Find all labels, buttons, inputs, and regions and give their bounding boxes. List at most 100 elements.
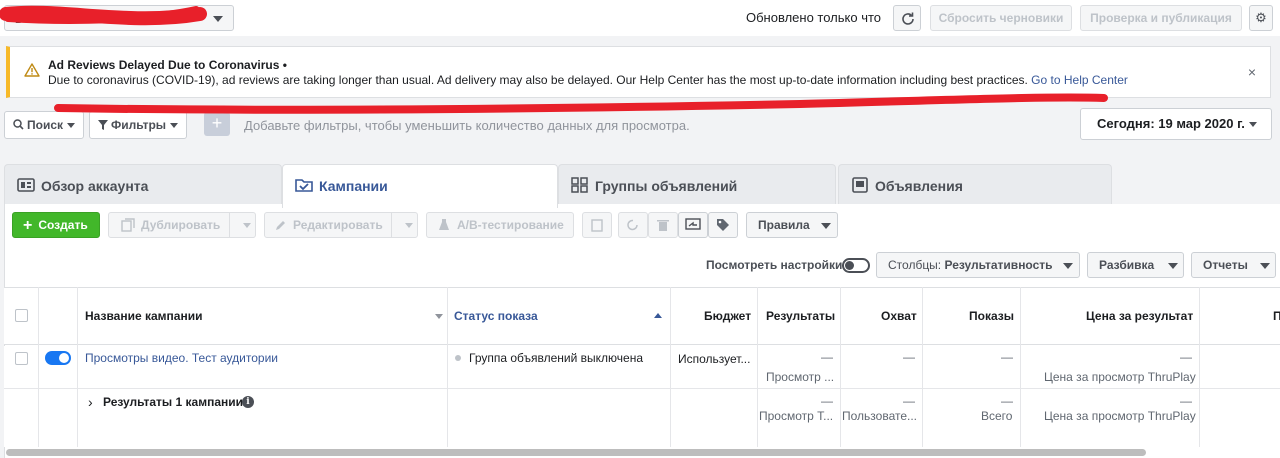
header-budget[interactable]: Бюджет: [704, 309, 751, 323]
tag-button[interactable]: [708, 212, 738, 238]
date-range-button[interactable]: Сегодня: 19 мар 2020 г.: [1080, 108, 1272, 140]
view-settings-toggle[interactable]: [842, 258, 870, 273]
select-all-checkbox[interactable]: [15, 309, 28, 322]
ab-test-button[interactable]: A/B-тестирование: [426, 212, 574, 238]
restore-button[interactable]: [618, 212, 648, 238]
edit-label: Редактировать: [293, 218, 383, 232]
breakdown-button[interactable]: Разбивка: [1087, 252, 1184, 278]
campaign-name-link[interactable]: Просмотры видео. Тест аудитории: [85, 351, 278, 365]
summary-results: —: [821, 394, 833, 408]
columns-button[interactable]: Столбцы: Результативность: [876, 252, 1080, 278]
column-divider: [38, 287, 39, 447]
account-selector[interactable]: Desi...: [4, 5, 234, 31]
header-extra[interactable]: П: [1273, 309, 1280, 323]
discard-drafts-button[interactable]: Сбросить черновики: [930, 5, 1072, 31]
alert-body-text: Due to coronavirus (COVID-19), ad review…: [48, 73, 1028, 87]
header-reach[interactable]: Охват: [881, 309, 917, 323]
clipboard-icon: [591, 219, 603, 232]
info-icon[interactable]: i: [242, 396, 254, 408]
trash-icon: [657, 220, 669, 231]
alert-title: Ad Reviews Delayed Due to Coronavirus •: [48, 58, 287, 72]
add-filter-button[interactable]: +: [204, 112, 230, 136]
tab-label: Объявления: [875, 178, 963, 194]
rules-button[interactable]: Правила: [746, 212, 838, 238]
rules-label: Правила: [758, 218, 810, 232]
filter-hint: Добавьте фильтры, чтобы уменьшить количе…: [244, 118, 690, 133]
search-icon: [13, 119, 24, 130]
flask-icon: [439, 219, 449, 230]
view-settings-label: Посмотреть настройки: [706, 258, 843, 272]
tab-account-overview[interactable]: Обзор аккаунта: [4, 164, 282, 206]
folder-check-icon: [295, 179, 313, 192]
gear-icon[interactable]: ⚙: [1249, 5, 1273, 31]
delete-button[interactable]: [648, 212, 678, 238]
header-delivery[interactable]: Статус показа: [454, 309, 538, 323]
preview-icon: [685, 218, 701, 230]
budget-value: Использует...: [678, 352, 751, 366]
search-button[interactable]: Поиск: [4, 111, 84, 139]
filters-label: Фильтры: [111, 118, 167, 132]
column-divider: [840, 287, 841, 447]
cost-value: —: [1180, 350, 1192, 364]
review-publish-button[interactable]: Проверка и публикация: [1080, 5, 1242, 31]
alert-body: Due to coronavirus (COVID-19), ad review…: [48, 73, 1128, 87]
tab-ad-sets[interactable]: Группы объявлений: [558, 164, 836, 206]
tab-label: Группы объявлений: [595, 178, 738, 194]
create-button[interactable]: + Создать: [12, 212, 100, 238]
reports-button[interactable]: Отчеты: [1191, 252, 1276, 278]
header-results[interactable]: Результаты: [766, 309, 835, 323]
close-icon[interactable]: ×: [1248, 64, 1256, 80]
filters-button[interactable]: Фильтры: [89, 111, 187, 139]
preview-button[interactable]: [678, 212, 708, 238]
date-range-label: Сегодня: 19 мар 2020 г.: [1097, 116, 1245, 131]
row-checkbox[interactable]: [15, 352, 28, 365]
help-center-link[interactable]: Go to Help Center: [1031, 73, 1128, 87]
summary-reach: —: [903, 394, 915, 408]
header-campaign-name[interactable]: Название кампании: [85, 309, 202, 323]
account-overview-icon: [17, 178, 35, 192]
header-impressions[interactable]: Показы: [969, 309, 1014, 323]
summary-cost: —: [1180, 394, 1192, 408]
horizontal-scrollbar[interactable]: [6, 449, 1146, 456]
tab-label: Кампании: [319, 178, 388, 194]
coronavirus-alert: Ad Reviews Delayed Due to Coronavirus • …: [6, 46, 1271, 98]
tab-campaigns[interactable]: Кампании: [282, 164, 558, 208]
summary-impressions: —: [1001, 394, 1013, 408]
column-divider: [757, 287, 758, 447]
delivery-status: Группа объявлений выключена: [469, 351, 644, 365]
ab-test-label: A/B-тестирование: [457, 218, 564, 232]
delete-draft-button[interactable]: [582, 212, 612, 238]
column-divider: [670, 287, 671, 447]
summary-label: Результаты 1 кампании: [103, 395, 244, 409]
columns-value: Результативность: [944, 258, 1053, 272]
campaign-toggle[interactable]: [45, 351, 71, 365]
expand-chevron-icon[interactable]: ›: [88, 394, 93, 410]
caret-down-icon: [170, 123, 179, 129]
summary-impressions-type: Всего: [981, 409, 1013, 423]
column-divider: [922, 287, 923, 447]
edit-button[interactable]: Редактировать: [264, 212, 418, 238]
impressions-value: —: [1001, 350, 1013, 364]
summary-cost-type: Цена за просмотр ThruPlay: [1044, 409, 1196, 423]
header-cost-per-result[interactable]: Цена за результат: [1086, 309, 1193, 323]
summary-reach-type: Пользовате...: [842, 409, 918, 423]
sort-asc-icon[interactable]: [654, 313, 662, 318]
ad-icon: [852, 177, 868, 193]
updated-status: Обновлено только что: [746, 10, 882, 25]
account-name: Desi...: [15, 12, 51, 26]
refresh-button[interactable]: [893, 5, 921, 31]
caret-down-icon: [1063, 263, 1073, 269]
tab-label: Обзор аккаунта: [41, 178, 149, 194]
caret-down-icon: [67, 123, 76, 129]
tab-ads[interactable]: Объявления: [838, 164, 1112, 206]
duplicate-button[interactable]: Дублировать: [108, 212, 256, 238]
caret-down-icon: [1249, 122, 1257, 127]
reports-label: Отчеты: [1203, 258, 1248, 272]
results-type: Просмотр ...: [766, 370, 835, 384]
duplicate-label: Дублировать: [141, 218, 221, 232]
column-divider: [77, 287, 78, 447]
column-divider: [447, 287, 448, 447]
sort-icon[interactable]: [435, 314, 443, 319]
caret-down-icon: [821, 223, 831, 229]
reach-value: —: [903, 350, 915, 364]
